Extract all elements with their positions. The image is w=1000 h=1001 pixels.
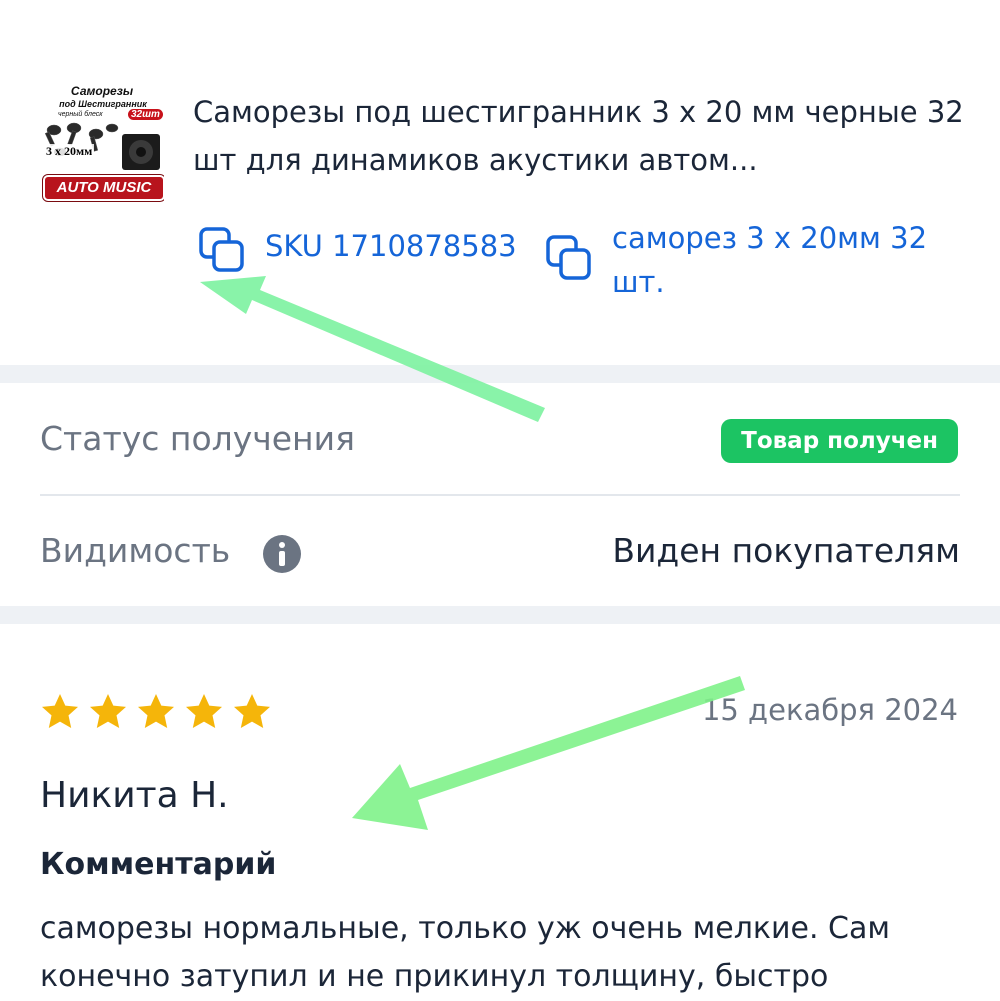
visibility-label: Видимость	[40, 531, 231, 570]
star-icon	[90, 694, 126, 728]
product-thumbnail[interactable]: Саморезы под Шестигранник черный блеск 3…	[40, 82, 164, 206]
product-card[interactable]: Саморезы под Шестигранник черный блеск 3…	[0, 60, 1000, 365]
status-row: Статус получения Товар получен	[0, 383, 1000, 495]
star-icon	[42, 694, 78, 728]
sku-label: SKU 1710878583	[265, 229, 517, 263]
info-icon[interactable]	[262, 534, 302, 574]
brand-logo: AUTO MUSIC	[42, 174, 164, 202]
section-separator	[0, 606, 1000, 624]
review-author: Никита Н.	[40, 775, 229, 816]
top-bar	[0, 0, 1000, 10]
review-date: 15 декабря 2024	[701, 693, 958, 727]
status-badge: Товар получен	[721, 419, 958, 463]
thumb-subtitle: под Шестигранник	[59, 99, 147, 109]
review-comment: саморезы нормальные, только уж очень мел…	[40, 911, 891, 994]
comment-label: Комментарий	[40, 847, 277, 882]
star-icon	[234, 694, 270, 728]
visibility-row: Видимость Виден покупателям	[0, 496, 1000, 606]
thumb-finish: черный блеск	[58, 111, 103, 118]
section-separator	[0, 365, 1000, 383]
thumb-size: 3 x 20мм	[44, 144, 95, 159]
copy-icon	[199, 227, 244, 272]
variant-label: саморез 3 x 20мм 32 шт.	[612, 221, 928, 299]
star-icon	[186, 694, 222, 728]
status-label: Статус получения	[40, 419, 355, 458]
thumb-count-badge: 32шт	[128, 109, 163, 120]
rating-stars	[40, 692, 280, 732]
star-icon	[138, 694, 174, 728]
annotation-arrow-author	[352, 676, 745, 830]
thumb-title: Саморезы	[70, 84, 134, 98]
visibility-value: Виден покупателям	[612, 531, 960, 570]
copy-icon	[546, 235, 591, 280]
product-title[interactable]: Саморезы под шестигранник 3 x 20 мм черн…	[193, 88, 973, 184]
